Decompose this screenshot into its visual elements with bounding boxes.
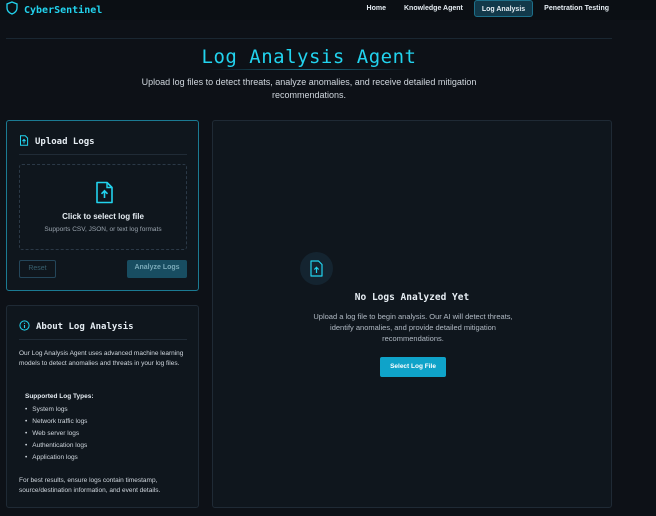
list-item: Network traffic logs xyxy=(25,416,87,428)
nav-home[interactable]: Home xyxy=(360,0,393,17)
upload-card-title: Upload Logs xyxy=(35,137,95,147)
app-name: CyberSentinel xyxy=(24,5,103,16)
file-upload-icon xyxy=(19,133,29,151)
upload-card-header: Upload Logs xyxy=(19,133,95,151)
list-item: Application logs xyxy=(25,452,87,464)
upload-logs-card: Upload Logs Click to select log file Sup… xyxy=(6,120,199,291)
nav-knowledge-agent[interactable]: Knowledge Agent xyxy=(397,0,470,17)
about-card-header: About Log Analysis xyxy=(19,318,134,336)
title-underline xyxy=(208,69,410,70)
select-log-file-button[interactable]: Select Log File xyxy=(380,357,446,377)
reset-button[interactable]: Reset xyxy=(19,260,56,278)
brand[interactable]: CyberSentinel xyxy=(6,1,102,20)
info-icon xyxy=(19,318,30,336)
about-footer: For best results, ensure logs contain ti… xyxy=(19,477,161,494)
empty-state-icon-circle xyxy=(300,252,333,285)
log-file-dropzone[interactable]: Click to select log file Supports CSV, J… xyxy=(19,164,187,250)
about-card-title: About Log Analysis xyxy=(36,322,134,332)
empty-state-text: Upload a log file to begin analysis. Our… xyxy=(313,312,513,343)
nav-penetration-testing[interactable]: Penetration Testing xyxy=(537,0,616,17)
nav-log-analysis[interactable]: Log Analysis xyxy=(473,0,534,17)
list-item: Web server logs xyxy=(25,428,87,440)
dropzone-hint: Supports CSV, JSON, or text log formats xyxy=(44,226,162,233)
dropzone-title: Click to select log file xyxy=(62,212,144,221)
page-subtitle: Upload log files to detect threats, anal… xyxy=(141,77,477,100)
upload-divider xyxy=(19,154,187,155)
log-types-title: Supported Log Types: xyxy=(25,393,94,400)
about-log-analysis-card: About Log Analysis Our Log Analysis Agen… xyxy=(6,305,199,508)
about-intro: Our Log Analysis Agent uses advanced mac… xyxy=(19,350,184,367)
top-navbar: CyberSentinel Home Knowledge Agent Log A… xyxy=(0,0,656,20)
file-upload-icon xyxy=(95,181,114,209)
about-divider xyxy=(19,339,187,340)
list-item: System logs xyxy=(25,404,87,416)
shield-icon xyxy=(6,1,18,20)
page-title: Log Analysis Agent xyxy=(201,46,417,68)
list-item: Authentication logs xyxy=(25,440,87,452)
analysis-results-panel: No Logs Analyzed Yet Upload a log file t… xyxy=(212,120,612,508)
log-types-list: System logs Network traffic logs Web ser… xyxy=(25,404,87,464)
analyze-logs-button[interactable]: Analyze Logs xyxy=(127,260,187,278)
nav-links: Home Knowledge Agent Log Analysis Penetr… xyxy=(360,0,616,17)
empty-state-title: No Logs Analyzed Yet xyxy=(354,292,470,303)
